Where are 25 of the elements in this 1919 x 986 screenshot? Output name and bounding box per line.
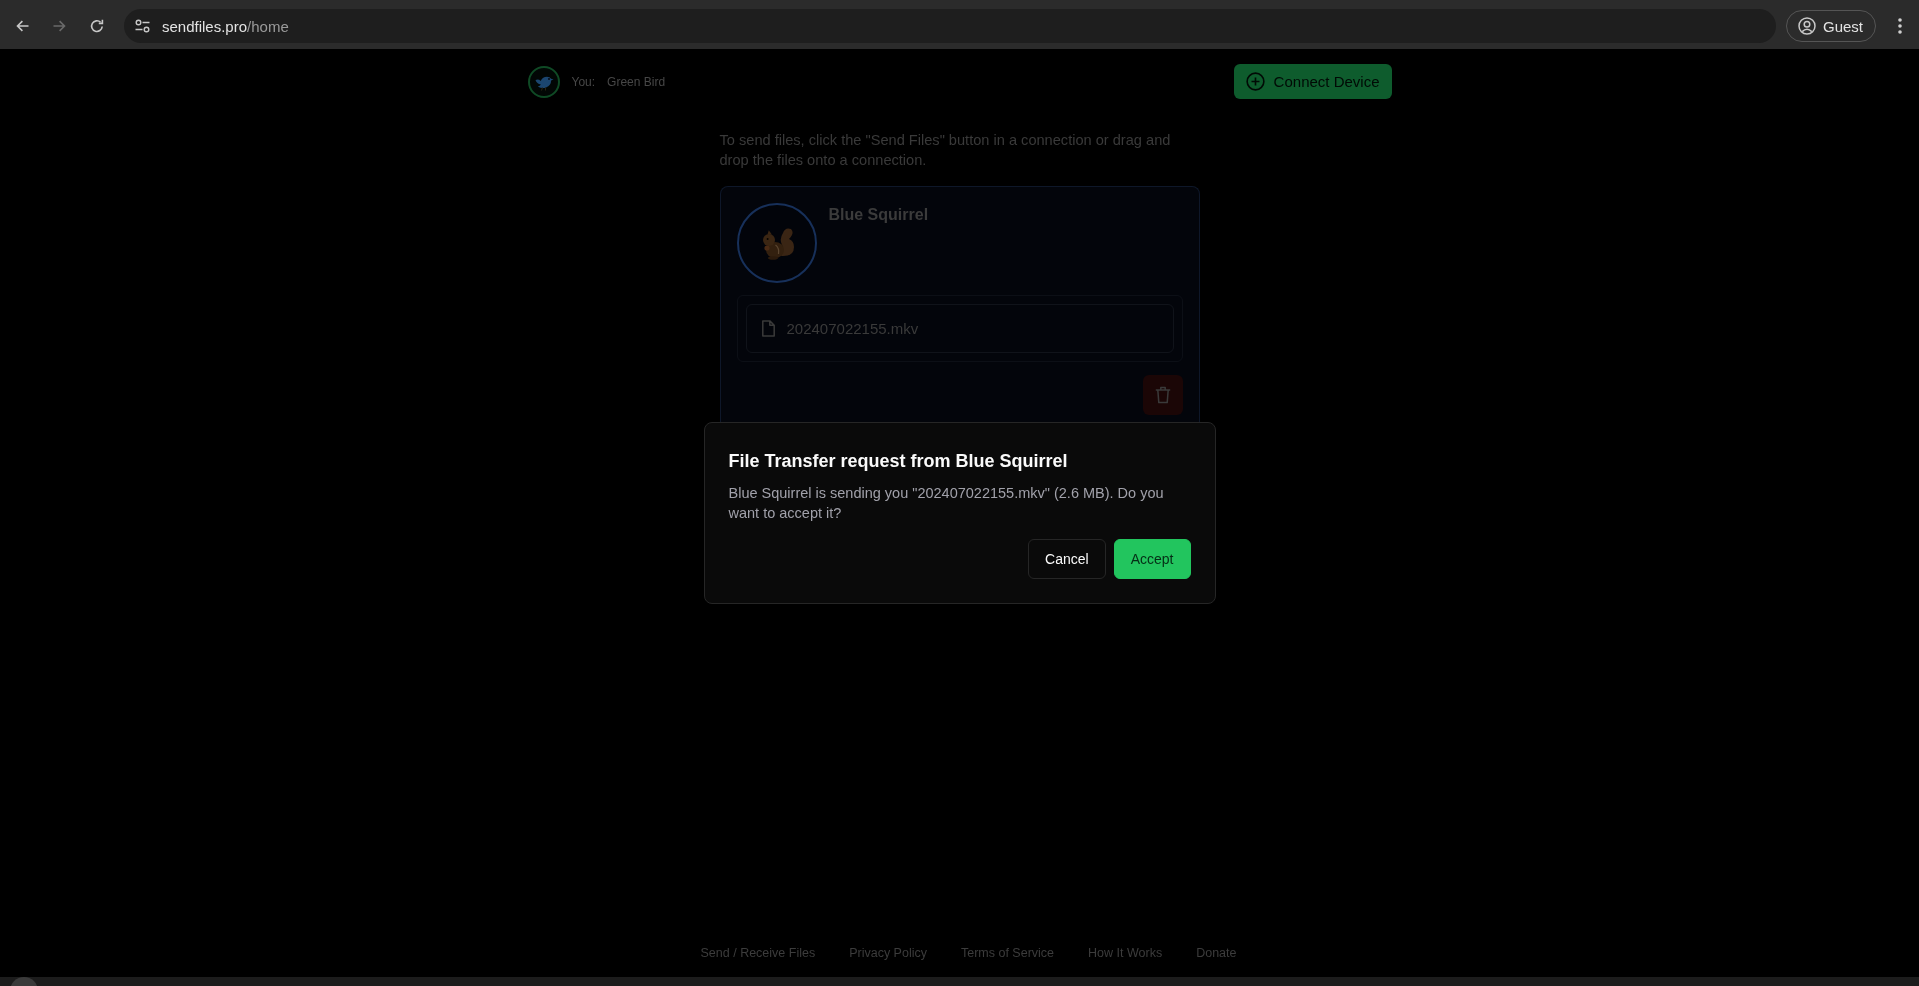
- cancel-button[interactable]: Cancel: [1028, 539, 1106, 579]
- connect-button[interactable]: Connect Device: [1233, 64, 1392, 99]
- reload-icon[interactable]: [90, 19, 104, 33]
- dialog-title: File Transfer request from Blue Squirrel: [728, 450, 1069, 473]
- device-name: Green Bird: [607, 74, 666, 89]
- accept-button[interactable]: Accept: [1113, 539, 1191, 579]
- squirrel-icon: [736, 203, 817, 283]
- footer-link[interactable]: Donate: [1196, 945, 1237, 961]
- person-circle-icon: [1797, 17, 1816, 35]
- footer-link[interactable]: How It Works: [1088, 945, 1163, 961]
- dialog-message: Blue Squirrel is sending you "202407022155.mkv" (2.6 MB). Do you want to accept it?: [728, 484, 1165, 523]
- connection-name: Blue Squirrel: [828, 205, 929, 225]
- bird-icon: [527, 65, 560, 98]
- footer-link[interactable]: Send / Receive Files: [700, 945, 816, 961]
- instructions-text: To send files, click the "Send Files" button in a connection or drag and drop the files onto a connection.: [719, 131, 1172, 170]
- trash-icon: [1154, 386, 1171, 404]
- back-arrow-icon[interactable]: [16, 20, 29, 32]
- menu-icon[interactable]: [1898, 18, 1902, 34]
- plus-circle-icon: [1245, 72, 1265, 91]
- file-icon: [760, 320, 776, 337]
- sliders-icon[interactable]: [135, 19, 150, 33]
- you-label: You:: [571, 74, 596, 89]
- footer-link[interactable]: Privacy Policy: [849, 945, 927, 961]
- address-bar[interactable]: sendfiles.pro/home: [124, 9, 1776, 43]
- footer-link[interactable]: Terms of Service: [960, 945, 1055, 961]
